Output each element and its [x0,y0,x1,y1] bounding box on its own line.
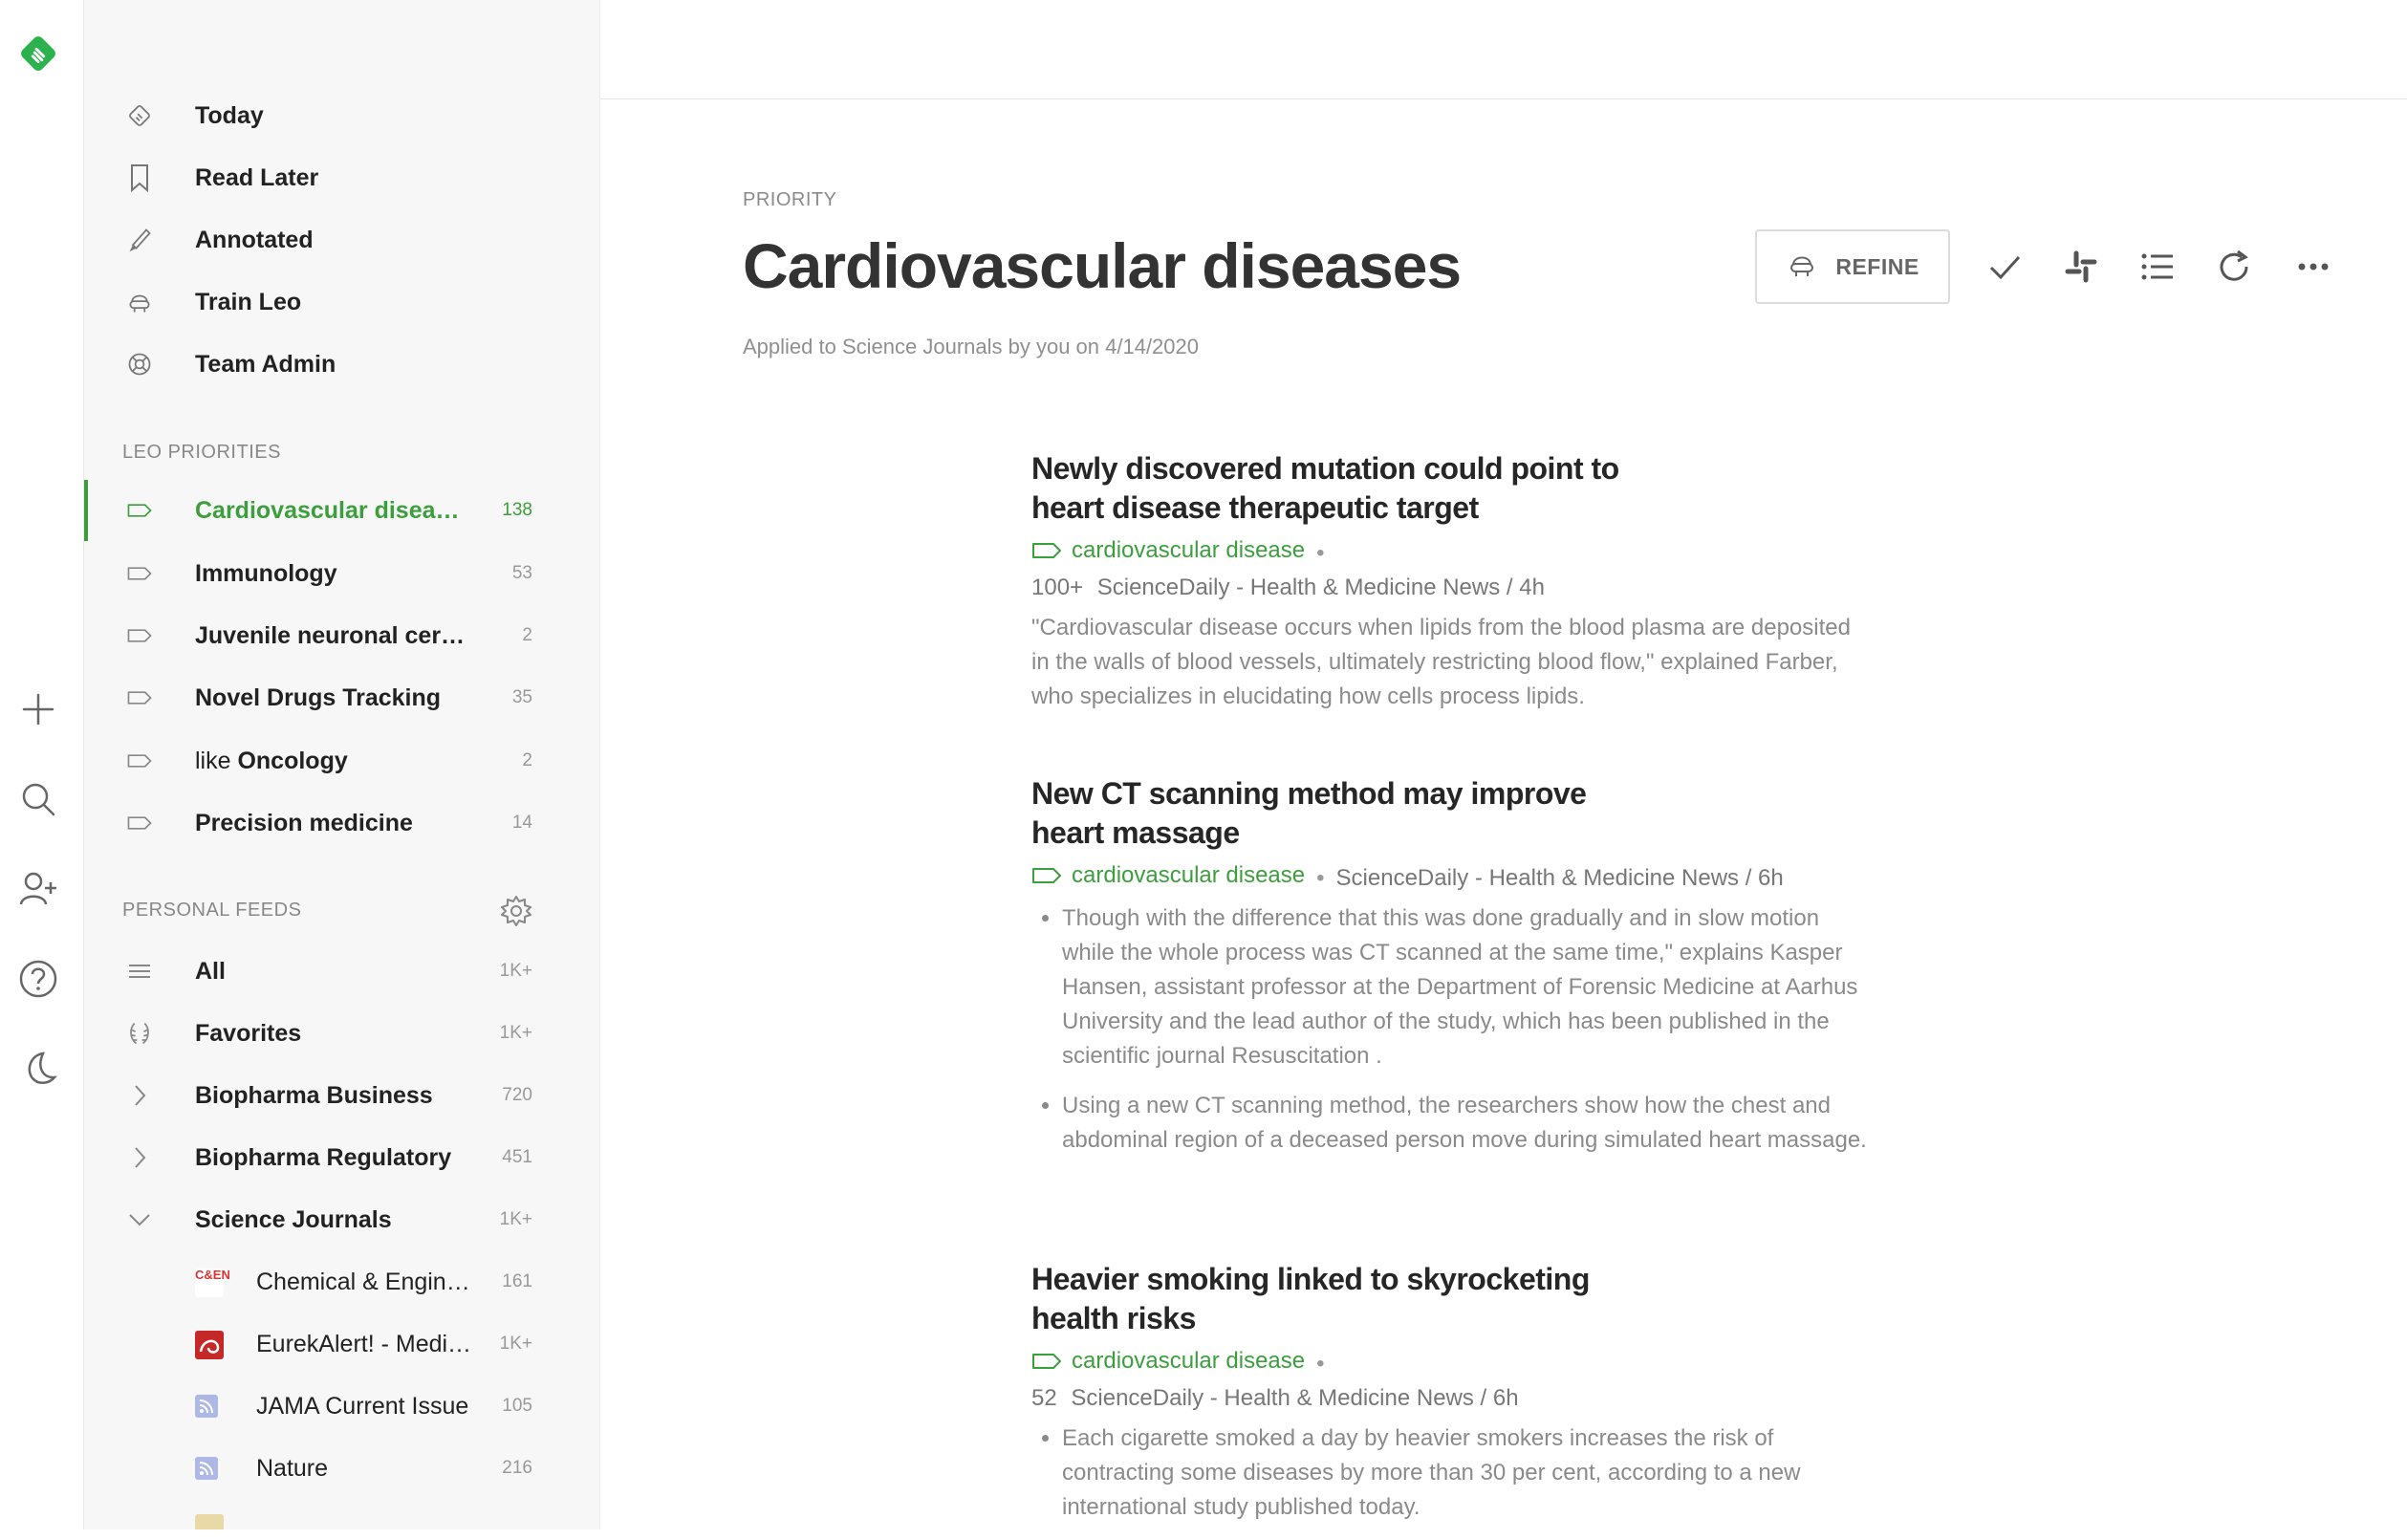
article-title[interactable]: Heavier smoking linked to skyrocketing h… [1031,1260,1605,1338]
priority-item[interactable]: Juvenile neuronal cer… 2 [84,609,599,662]
tag-icon [126,748,153,774]
article-meta: cardiovascular disease • [1031,533,1624,571]
feed-item-all[interactable]: All 1K+ [84,944,599,998]
feed-item-favorites[interactable]: Favorites 1K+ [84,1007,599,1060]
article-bullets: Each cigarette smoked a day by heavier s… [1031,1421,1873,1525]
feed-item-science-journals[interactable]: Science Journals 1K+ [84,1193,599,1247]
tag-icon [126,684,153,711]
list-icon [126,958,153,985]
chevron-right-icon[interactable] [126,1144,153,1171]
refine-label: REFINE [1835,253,1919,279]
lifebuoy-icon [126,351,153,378]
article-bullet: Using a new CT scanning method, the rese… [1062,1089,1873,1158]
search-icon[interactable] [17,778,59,820]
priority-item[interactable]: like Oncology 2 [84,734,599,788]
priority-tag[interactable]: cardiovascular disease [1031,858,1305,893]
leo-icon [1786,249,1818,286]
nav-team-admin[interactable]: Team Admin [84,337,599,391]
popularity-count: 100+ [1031,575,1084,600]
list-view-icon[interactable] [2132,241,2183,293]
nav-annotated[interactable]: Annotated [84,213,599,267]
priority-tag[interactable]: cardiovascular disease [1031,1344,1305,1378]
nav-label: Annotated [195,226,314,253]
source-item[interactable]: Nature 216 [84,1442,599,1495]
article-card[interactable]: New CT scanning method may improve heart… [1031,774,1873,1173]
nav-label: Read Later [195,163,319,191]
sidebar: Today Read Later Annotated Train Leo Tea… [84,0,600,1529]
leo-icon [126,289,153,315]
tag-icon [1032,543,1061,558]
priority-label: Oncology [237,747,348,774]
article-summary: "Cardiovascular disease occurs when lipi… [1031,615,1851,709]
source-item[interactable]: JAMA Current Issue 105 [84,1379,599,1433]
chevron-down-icon[interactable] [126,1206,153,1233]
bookmark-icon [126,164,153,193]
tag-icon [1032,1354,1061,1369]
feedly-logo-icon[interactable] [17,33,59,75]
priority-item[interactable]: Precision medicine 14 [84,796,599,850]
refresh-icon[interactable] [2208,241,2260,293]
eurekalert-logo-icon [195,1331,224,1359]
mark-as-read-icon[interactable] [1979,241,2030,293]
article-bullet: Each cigarette smoked a day by heavier s… [1062,1421,1873,1525]
cen-logo-icon: C&EN [195,1269,230,1297]
nav-train-leo[interactable]: Train Leo [84,275,599,329]
highlighter-icon [126,227,153,253]
rss-icon [195,1395,218,1418]
page-subtitle: Applied to Science Journals by you on 4/… [743,335,1199,358]
help-icon[interactable] [17,958,59,1000]
article-source-line: 100+ ScienceDaily - Health & Medicine Ne… [1031,571,1624,605]
priority-tag[interactable]: cardiovascular disease [1031,533,1305,568]
nav-today[interactable]: Today [84,89,599,142]
article-source[interactable]: ScienceDaily - Health & Medicine News / … [1336,865,1784,891]
feed-item-biopharma-business[interactable]: Biopharma Business 720 [84,1069,599,1122]
article-meta: cardiovascular disease • [1031,1344,1873,1381]
source-item[interactable]: C&EN Chemical & Engin… 161 [84,1255,599,1309]
top-bar [600,0,2407,99]
personal-feeds-heading: PERSONAL FEEDS [122,900,302,921]
tag-icon [126,622,153,649]
page-kicker: PRIORITY [743,189,837,210]
article-meta: cardiovascular disease • ScienceDaily - H… [1031,858,1873,896]
chevron-right-icon[interactable] [126,1082,153,1109]
popularity-count: 52 [1031,1385,1057,1411]
article-bullet: Though with the difference that this was… [1062,901,1873,1074]
feed-item-biopharma-regulatory[interactable]: Biopharma Regulatory 451 [84,1131,599,1184]
nav-label: Today [195,101,264,129]
article-source-line: 52 ScienceDaily - Health & Medicine News… [1031,1381,1873,1416]
article-title[interactable]: Newly discovered mutation could point to… [1031,449,1624,528]
more-options-icon[interactable] [2288,241,2339,293]
rss-icon [195,1457,218,1480]
add-user-icon[interactable] [17,868,59,910]
refine-button[interactable]: REFINE [1755,229,1950,304]
icon-rail [0,0,84,1529]
article-source[interactable]: ScienceDaily - Health & Medicine News / … [1097,575,1545,600]
nav-label: Team Admin [195,350,336,378]
tag-icon [126,810,153,836]
nav-read-later[interactable]: Read Later [84,151,599,205]
article-card[interactable]: Heavier smoking linked to skyrocketing h… [1031,1260,1873,1540]
slack-icon[interactable] [2055,241,2107,293]
feeds-settings-icon[interactable] [499,894,533,928]
source-item[interactable]: EurekAlert! - Medi… 1K+ [84,1317,599,1371]
tag-icon [126,560,153,587]
priority-item[interactable]: Cardiovascular disea… 138 [84,484,599,537]
today-icon [126,102,153,129]
priority-prefix: like [195,747,238,774]
leo-priorities-heading: LEO PRIORITIES [122,442,281,463]
article-title[interactable]: New CT scanning method may improve heart… [1031,774,1662,853]
source-item-partial[interactable] [195,1514,224,1529]
dark-mode-icon[interactable] [17,1048,59,1090]
add-content-icon[interactable] [17,688,59,730]
article-bullets: Though with the difference that this was… [1031,901,1873,1158]
priority-item[interactable]: Novel Drugs Tracking 35 [84,671,599,725]
article-source[interactable]: ScienceDaily - Health & Medicine News / … [1071,1385,1518,1411]
tag-icon [1032,868,1061,883]
page-title: Cardiovascular diseases [743,230,1462,301]
priority-item[interactable]: Immunology 53 [84,547,599,600]
laurel-icon [126,1020,153,1047]
nav-label: Train Leo [195,288,302,315]
tag-icon [126,497,153,524]
article-card[interactable]: Newly discovered mutation could point to… [1031,449,1851,714]
